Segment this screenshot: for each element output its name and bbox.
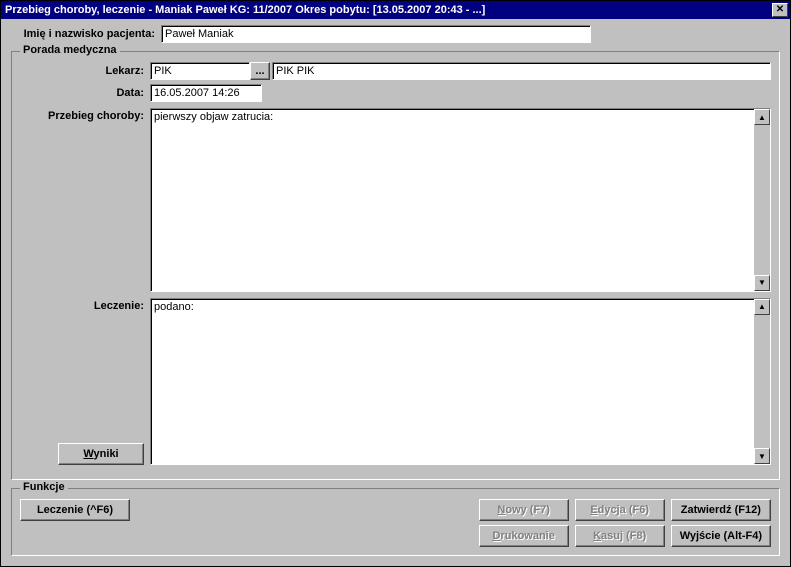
date-label: Data:: [20, 87, 150, 99]
nowy-button[interactable]: Nowy (F7): [479, 499, 569, 521]
course-row: Przebieg choroby: pierwszy objaw zatruci…: [20, 108, 771, 292]
course-label: Przebieg choroby:: [20, 108, 150, 122]
treatment-scrollbar[interactable]: ▲ ▼: [754, 299, 770, 464]
titlebar: Przebieg choroby, leczenie - Maniak Pawe…: [1, 1, 790, 19]
date-row: Data: 16.05.2007 14:26: [20, 84, 771, 102]
scroll-up-icon[interactable]: ▲: [754, 299, 770, 315]
doctor-code: PIK: [154, 65, 172, 77]
leczenie-button[interactable]: Leczenie (^F6): [20, 499, 130, 521]
functions-right: Nowy (F7) Edycja (F6) Zatwierdź (F12) Dr…: [479, 499, 771, 547]
doctor-label: Lekarz:: [20, 65, 150, 77]
results-button[interactable]: Wyniki: [58, 443, 144, 465]
doctor-name-field: PIK PIK: [272, 62, 771, 80]
scroll-down-icon[interactable]: ▼: [754, 275, 770, 291]
date-value: 16.05.2007 14:26: [154, 87, 240, 99]
results-btn-rest: yniki: [94, 448, 119, 460]
course-text: pierwszy objaw zatrucia:: [151, 109, 754, 291]
doctor-row: Lekarz: PIK ... PIK PIK: [20, 62, 771, 80]
doctor-lookup-button[interactable]: ...: [250, 62, 270, 80]
patient-name-field: Paweł Maniak: [161, 25, 591, 43]
edycja-button[interactable]: Edycja (F6): [575, 499, 665, 521]
form-body: Przebieg choroby: pierwszy objaw zatruci…: [20, 108, 771, 471]
patient-label: Imię i nazwisko pacjenta:: [11, 28, 161, 40]
treatment-text: podano:: [151, 299, 754, 464]
patient-row: Imię i nazwisko pacjenta: Paweł Maniak: [11, 25, 780, 43]
scroll-down-icon[interactable]: ▼: [754, 448, 770, 464]
close-icon[interactable]: ✕: [772, 3, 788, 17]
window-title: Przebieg choroby, leczenie - Maniak Pawe…: [5, 4, 772, 16]
doctor-name: PIK PIK: [276, 65, 315, 77]
zatwierdz-button[interactable]: Zatwierdź (F12): [671, 499, 771, 521]
content: Imię i nazwisko pacjenta: Paweł Maniak P…: [1, 19, 790, 566]
functions-buttons: Leczenie (^F6) Nowy (F7) Edycja (F6) Zat…: [20, 499, 771, 547]
course-textarea[interactable]: pierwszy objaw zatrucia: ▲ ▼: [150, 108, 771, 292]
treatment-label: Leczenie:: [94, 300, 144, 312]
date-field[interactable]: 16.05.2007 14:26: [150, 84, 262, 102]
course-scrollbar[interactable]: ▲ ▼: [754, 109, 770, 291]
window: Przebieg choroby, leczenie - Maniak Pawe…: [0, 0, 791, 567]
advice-fieldset: Porada medyczna Lekarz: PIK ... PIK PIK …: [11, 51, 780, 480]
functions-legend: Funkcje: [20, 481, 68, 493]
patient-name: Paweł Maniak: [165, 28, 233, 40]
scroll-up-icon[interactable]: ▲: [754, 109, 770, 125]
treatment-row: Leczenie: Wyniki podano: ▲ ▼: [20, 298, 771, 465]
kasuj-button[interactable]: Kasuj (F8): [575, 525, 665, 547]
advice-legend: Porada medyczna: [20, 44, 120, 56]
functions-fieldset: Funkcje Leczenie (^F6) Nowy (F7) Edycja …: [11, 488, 780, 556]
drukowanie-button[interactable]: Drukowanie: [479, 525, 569, 547]
wyjscie-button[interactable]: Wyjście (Alt-F4): [671, 525, 771, 547]
treatment-textarea[interactable]: podano: ▲ ▼: [150, 298, 771, 465]
doctor-code-field[interactable]: PIK: [150, 62, 250, 80]
